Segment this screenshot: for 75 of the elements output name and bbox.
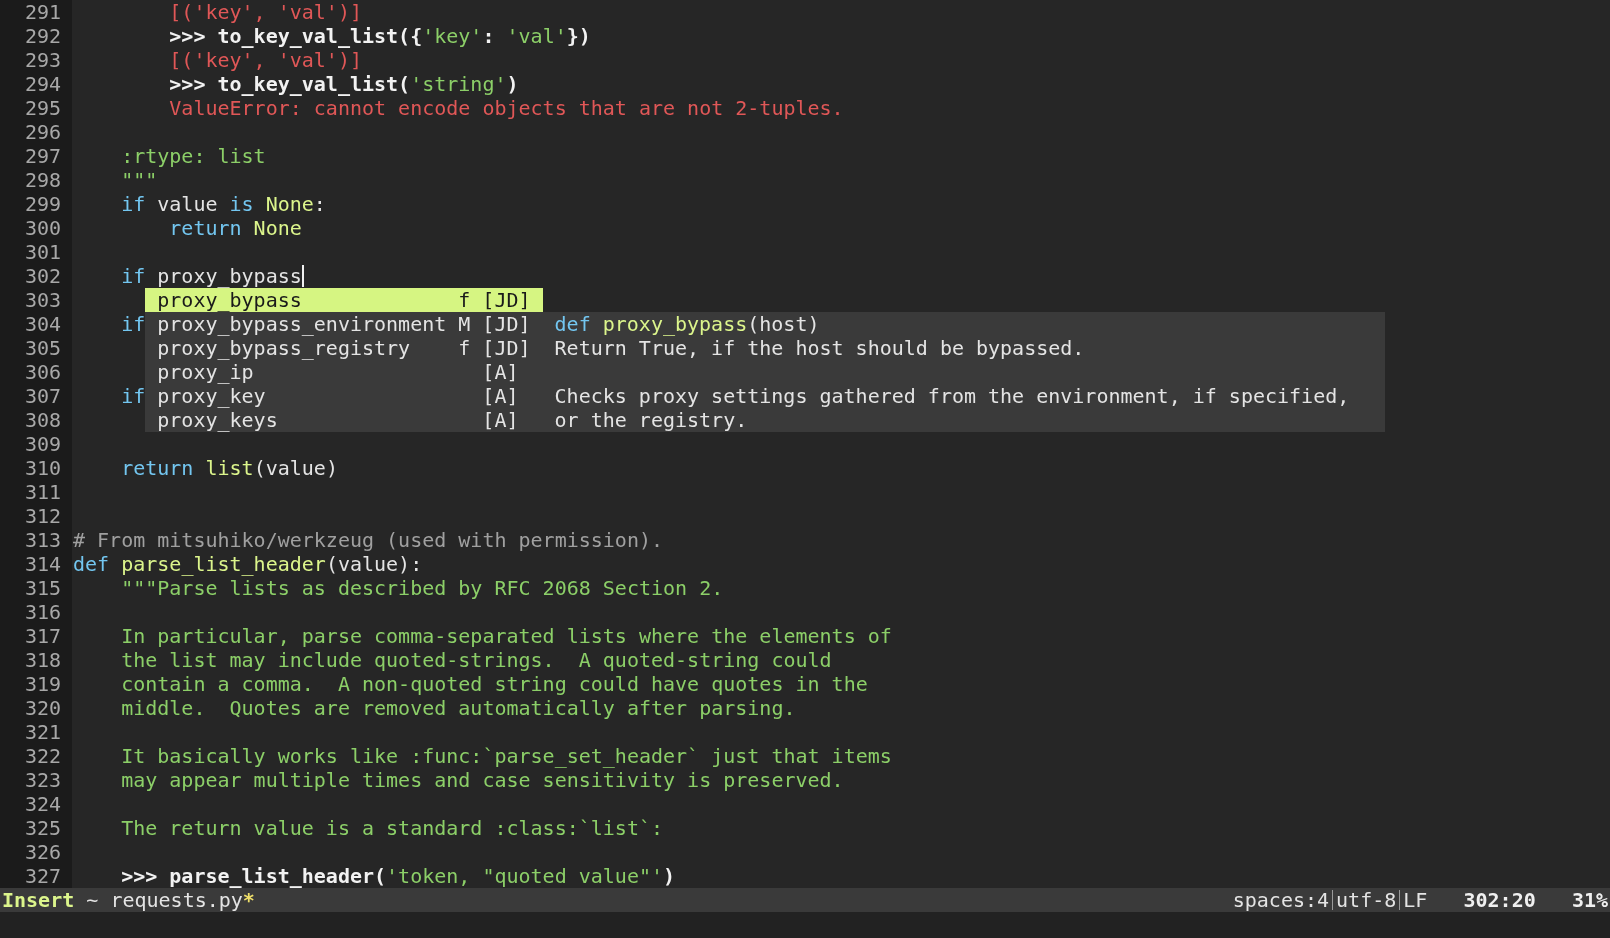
doc-text: or the registry. [554,408,748,432]
line-number: 321 [24,720,61,744]
line-number: 291 [24,0,61,24]
code-line: ValueError: cannot encode objects that are not 2-tuples. [168,96,844,120]
indent-setting: spaces:4 [1232,888,1330,912]
file-name: requests.py [110,888,243,912]
line-number: 305 [24,336,61,360]
line-number: 323 [24,768,61,792]
code-line: contain a comma. A non-quoted string could have quotes in the [120,672,868,696]
line-number: 319 [24,672,61,696]
code-line: The return value is a standard :class:`list`: [120,816,663,840]
code-line: >>> to_key_val_list({'key': 'val'}) [168,24,591,48]
code-line: if value is None: [120,192,326,216]
line-number: 307 [24,384,61,408]
code-line: if proxy_bypass [120,264,302,288]
scroll-percent: 31% [1571,888,1608,912]
mode-indicator: Insert [2,888,75,912]
code-line: >>> parse_list_header('token, "quoted value"') [120,864,676,888]
code-line: the list may include quoted-strings. A quoted-string could [120,648,832,672]
line-number: 322 [24,744,61,768]
line-number: 294 [24,72,61,96]
line-number: 312 [24,504,61,528]
line-number: 303 [24,288,61,312]
line-number: 317 [24,624,61,648]
line-ending: LF [1403,888,1428,912]
line-number: 295 [24,96,61,120]
code-line: [('key', 'val')] [168,0,362,24]
line-number: 311 [24,480,61,504]
line-number: 292 [24,24,61,48]
code-line: return None [168,216,302,240]
line-number: 326 [24,840,61,864]
code-line: """ [120,168,158,192]
modified-mark: * [242,888,255,912]
doc-text: Checks proxy settings gathered from the environment, if specified, [554,384,1350,408]
line-number: 309 [24,432,61,456]
code-line: may appear multiple times and case sensitivity is preserved. [120,768,844,792]
code-line: >>> to_key_val_list('string') [168,72,519,96]
encoding: utf-8 [1336,888,1397,912]
code-line: """Parse lists as described by RFC 2068 Section 2. [120,576,724,600]
line-number: 306 [24,360,61,384]
line-number: 302 [24,264,61,288]
line-number: 325 [24,816,61,840]
line-number: 327 [24,864,61,888]
code-line: if [120,384,146,408]
doc-text: Return True, if the host should be bypassed. [554,336,1085,360]
code-line: # From mitsuhiko/werkzeug (used with permission). [73,528,663,552]
line-number: 296 [24,120,61,144]
line-number: 300 [24,216,61,240]
code-line: if [120,312,146,336]
code-line: return list(value) [120,456,338,480]
line-number: 297 [24,144,61,168]
line-number: 314 [24,552,61,576]
line-number: 301 [24,240,61,264]
line-number: 320 [24,696,61,720]
line-number: 313 [24,528,61,552]
line-number: 324 [24,792,61,816]
code-line: It basically works like :func:`parse_set_header` just that items [120,744,892,768]
code-line: [('key', 'val')] [168,48,362,72]
code-line: def parse_list_header(value): [73,552,423,576]
doc-text: def proxy_bypass(host) [554,312,820,336]
cursor-position: 302:20 [1463,888,1536,912]
line-number: 315 [24,576,61,600]
line-number: 316 [24,600,61,624]
code-line: In particular, parse comma-separated lists where the elements of [120,624,892,648]
path-prefix: ~ [86,888,99,912]
code-line: :rtype: list [120,144,266,168]
line-number: 299 [24,192,61,216]
line-number: 298 [24,168,61,192]
line-number: 304 [24,312,61,336]
line-number: 308 [24,408,61,432]
line-number: 293 [24,48,61,72]
code-line: middle. Quotes are removed automatically after parsing. [120,696,796,720]
line-number: 310 [24,456,61,480]
completion-item[interactable]: proxy_bypass f [JD] [145,288,543,312]
line-number: 318 [24,648,61,672]
